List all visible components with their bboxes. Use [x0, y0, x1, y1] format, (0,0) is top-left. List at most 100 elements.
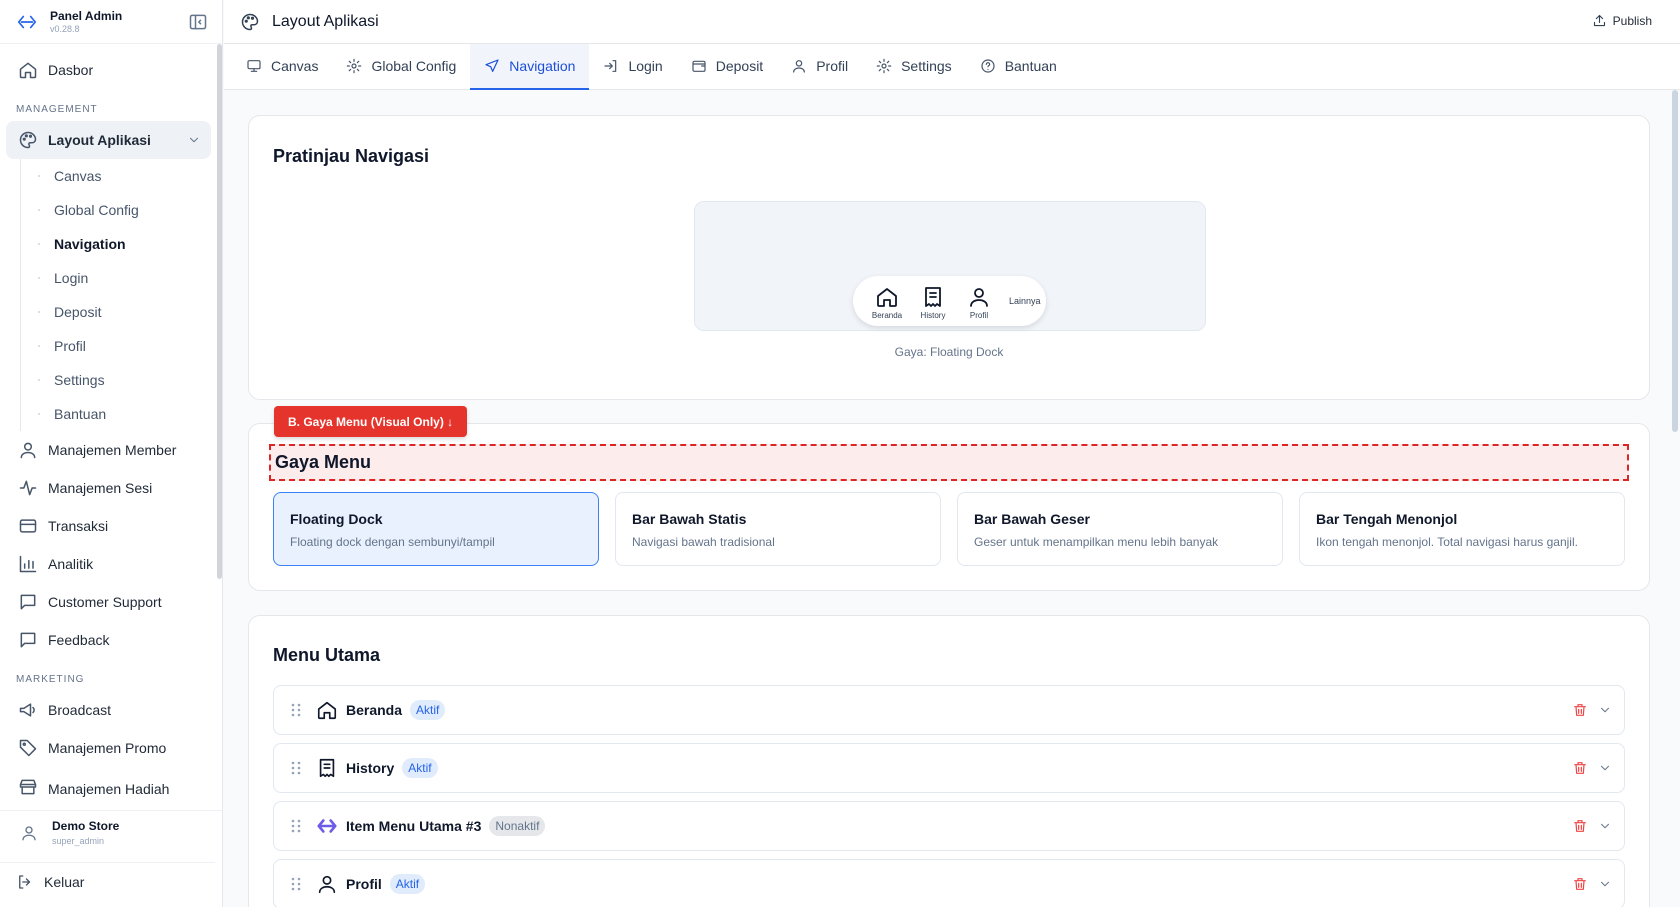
tab-bar: Canvas Global Config Navigation Login De… [224, 44, 1680, 90]
help-icon [980, 58, 996, 74]
chevron-down-icon[interactable] [1598, 819, 1612, 833]
sidebar-subitem-canvas[interactable]: Canvas [21, 159, 222, 193]
section-marketing: MARKETING [16, 674, 85, 685]
navigation-preview-card: Pratinjau Navigasi Beranda History Profi… [248, 115, 1650, 400]
chevron-down-icon[interactable] [1598, 877, 1612, 891]
tab-navigation[interactable]: Navigation [470, 44, 590, 90]
app-logo-icon [316, 815, 338, 837]
sidebar-item-member[interactable]: Manajemen Member [6, 431, 211, 469]
chevron-down-icon[interactable] [1598, 761, 1612, 775]
gear-icon [346, 58, 362, 74]
style-option-scroll-bar[interactable]: Bar Bawah Geser Geser untuk menampilkan … [957, 492, 1283, 566]
sidebar-subitem-login[interactable]: Login [21, 261, 222, 295]
preview-title: Pratinjau Navigasi [273, 146, 430, 166]
logout-button[interactable]: Keluar [0, 862, 215, 900]
tab-profil[interactable]: Profil [777, 44, 862, 90]
sidebar-subitem-bantuan[interactable]: Bantuan [21, 397, 222, 431]
user-icon [18, 440, 38, 460]
sidebar-subitem-navigation[interactable]: Navigation [21, 227, 222, 261]
sidebar-item-transaction[interactable]: Transaksi [6, 507, 211, 545]
palette-icon [18, 130, 38, 150]
message-icon [18, 630, 38, 650]
message-icon [18, 592, 38, 612]
tab-settings[interactable]: Settings [862, 44, 966, 90]
menu-row[interactable]: Profil Aktif [273, 859, 1625, 907]
sidebar-collapse-icon[interactable] [188, 12, 208, 32]
menu-row[interactable]: Beranda Aktif [273, 685, 1625, 735]
credit-card-icon [18, 516, 38, 536]
menu-row-label: Beranda [346, 702, 403, 718]
dock-more-link[interactable]: Lainnya [1009, 296, 1041, 306]
drag-handle-icon[interactable] [290, 876, 302, 892]
menu-row[interactable]: Item Menu Utama #3 Nonaktif [273, 801, 1625, 851]
tab-login[interactable]: Login [589, 44, 676, 90]
upload-icon [1592, 13, 1607, 28]
menu-row[interactable]: History Aktif [273, 743, 1625, 793]
tab-bantuan[interactable]: Bantuan [966, 44, 1071, 90]
style-option-floating-dock[interactable]: Floating Dock Floating dock dengan sembu… [273, 492, 599, 566]
sidebar-subitem-deposit[interactable]: Deposit [21, 295, 222, 329]
sidebar-item-promo[interactable]: Manajemen Promo [6, 729, 211, 767]
tab-deposit[interactable]: Deposit [677, 44, 777, 90]
sidebar-item-support[interactable]: Customer Support [6, 583, 211, 621]
chevron-down-icon[interactable] [1598, 703, 1612, 717]
main-scrollbar[interactable] [1672, 90, 1678, 432]
monitor-icon [246, 58, 262, 74]
megaphone-icon [18, 700, 38, 720]
brand: Panel Admin v0.28.8 [0, 0, 222, 44]
drag-handle-icon[interactable] [290, 702, 302, 718]
sidebar-item-broadcast[interactable]: Broadcast [6, 691, 211, 729]
user-icon [967, 285, 991, 309]
sidebar-item-dashboard[interactable]: Dasbor [6, 51, 211, 89]
logout-icon [16, 873, 34, 891]
store-icon [18, 777, 38, 797]
section-tag: B. Gaya Menu (Visual Only) ↓ [274, 406, 468, 437]
user-name: Demo Store [52, 819, 120, 833]
trash-icon[interactable] [1572, 876, 1588, 892]
menu-style-title: Gaya Menu [275, 452, 372, 472]
sidebar-item-session[interactable]: Manajemen Sesi [6, 469, 211, 507]
main-menu-card: Menu Utama Beranda Aktif History Aktif I… [248, 615, 1650, 907]
gear-icon [876, 58, 892, 74]
dock-item-beranda[interactable]: Beranda [867, 283, 907, 320]
menu-row-label: Item Menu Utama #3 [346, 818, 482, 834]
home-icon [875, 285, 899, 309]
tab-canvas[interactable]: Canvas [232, 44, 332, 90]
style-option-center-bar[interactable]: Bar Tengah Menonjol Ikon tengah menonjol… [1299, 492, 1625, 566]
trash-icon[interactable] [1572, 702, 1588, 718]
publish-button[interactable]: Publish [1592, 13, 1652, 28]
menu-style-highlight: Gaya Menu [269, 444, 1629, 481]
style-option-static-bar[interactable]: Bar Bawah Statis Navigasi bawah tradisio… [615, 492, 941, 566]
sidebar: Panel Admin v0.28.8 Dasbor MANAGEMENT La… [0, 0, 223, 907]
sidebar-item-label: Dasbor [48, 62, 94, 78]
menu-row-label: History [346, 760, 395, 776]
user-icon [20, 824, 38, 842]
dock-item-history[interactable]: History [913, 283, 953, 320]
sidebar-item-layout[interactable]: Layout Aplikasi [6, 121, 211, 159]
send-icon [484, 58, 500, 74]
preview-caption: Gaya: Floating Dock [894, 345, 1004, 359]
dock-item-profil[interactable]: Profil [959, 283, 999, 320]
floating-dock: Beranda History Profil Lainnya [853, 276, 1046, 326]
home-icon [316, 699, 338, 721]
sidebar-item-analytics[interactable]: Analitik [6, 545, 211, 583]
trash-icon[interactable] [1572, 760, 1588, 776]
user-role: super_admin [52, 836, 105, 846]
menu-row-label: Profil [346, 876, 382, 892]
section-management: MANAGEMENT [16, 104, 98, 115]
brand-version: v0.28.8 [50, 23, 80, 34]
sidebar-subitem-global-config[interactable]: Global Config [21, 193, 222, 227]
tab-global-config[interactable]: Global Config [332, 44, 470, 90]
sidebar-item-reward[interactable]: Manajemen Hadiah [6, 767, 211, 797]
drag-handle-icon[interactable] [290, 818, 302, 834]
sidebar-subitem-profil[interactable]: Profil [21, 329, 222, 363]
brand-name: Panel Admin [50, 8, 123, 23]
tag-icon [18, 738, 38, 758]
user-profile[interactable]: Demo Store super_admin [0, 810, 222, 854]
drag-handle-icon[interactable] [290, 760, 302, 776]
menu-style-options: Floating Dock Floating dock dengan sembu… [273, 492, 1625, 566]
main-menu-title: Menu Utama [273, 645, 381, 665]
trash-icon[interactable] [1572, 818, 1588, 834]
sidebar-subitem-settings[interactable]: Settings [21, 363, 222, 397]
sidebar-item-feedback[interactable]: Feedback [6, 621, 211, 659]
